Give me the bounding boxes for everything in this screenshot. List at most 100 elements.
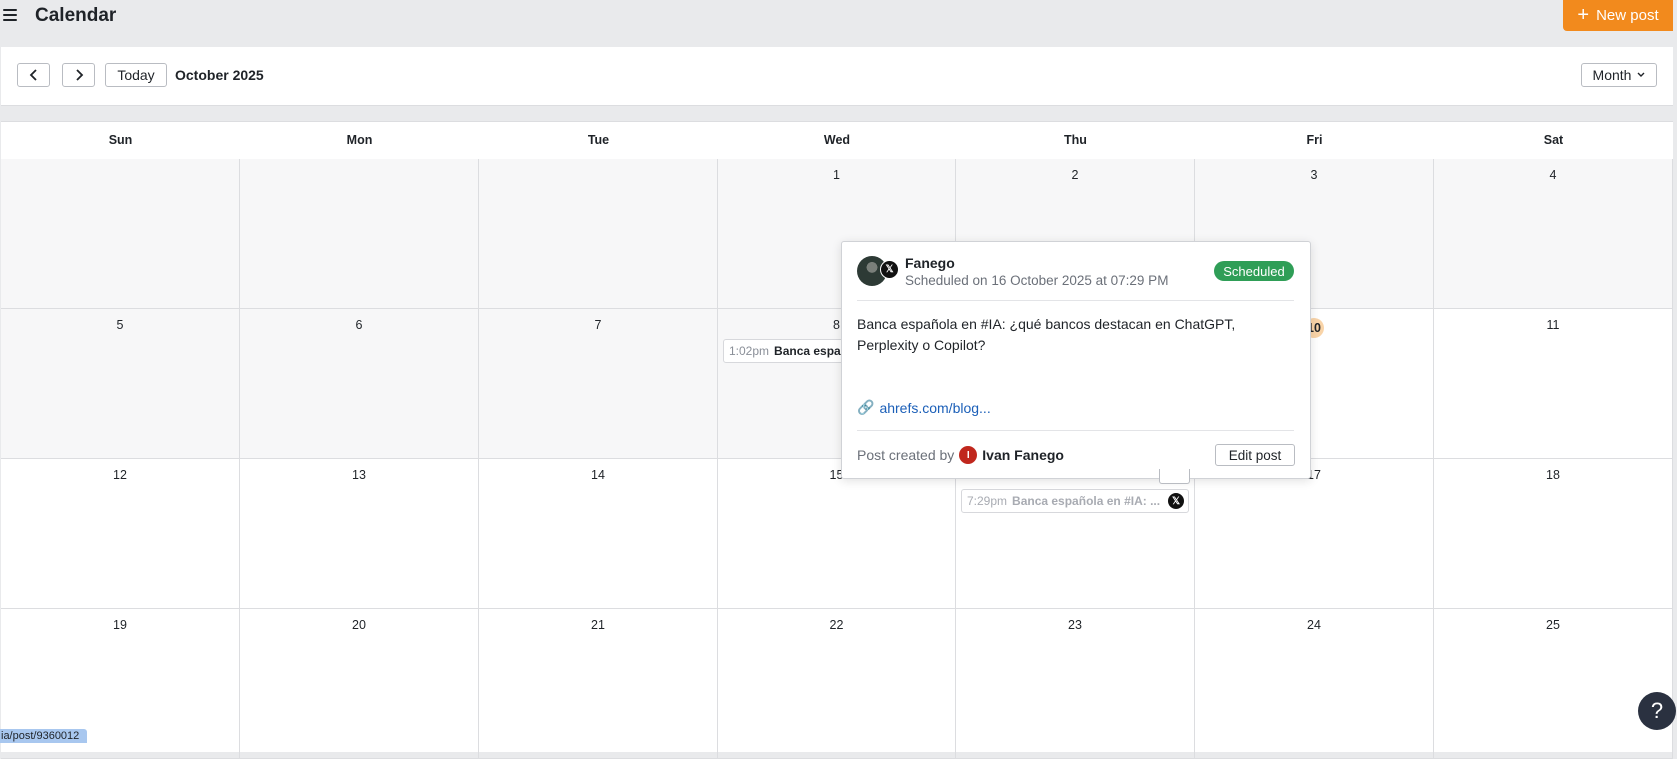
page-title: Calendar bbox=[35, 5, 117, 26]
created-by-label: Post created by bbox=[857, 447, 955, 463]
day-cell[interactable]: 18 bbox=[1434, 459, 1673, 609]
calendar-grid: Sun Mon Tue Wed Thu Fri Sat 1 2 3 4 5 6 7 8 1:02pm Banc… bbox=[1, 121, 1673, 759]
post-text: Banca española en #IA: ¿qué bancos desta… bbox=[857, 316, 1236, 353]
day-number: 25 bbox=[1434, 618, 1672, 632]
day-number-text: 7 bbox=[594, 318, 602, 332]
day-number: 19 bbox=[1, 618, 239, 632]
event-time: 1:02pm bbox=[729, 344, 770, 358]
day-cell[interactable]: 5 bbox=[1, 309, 240, 459]
day-number: 7 bbox=[479, 318, 717, 332]
day-number-text: 19 bbox=[113, 618, 127, 632]
weekday-label: Thu bbox=[1064, 133, 1087, 147]
day-number: 14 bbox=[479, 468, 717, 482]
next-month-button[interactable] bbox=[62, 63, 95, 87]
event-title: Banca españ bbox=[774, 344, 849, 358]
day-cell[interactable]: 15 bbox=[718, 459, 956, 609]
weekday-label: Sun bbox=[108, 133, 133, 147]
day-cell[interactable] bbox=[479, 159, 718, 309]
day-cell[interactable]: 22 bbox=[718, 609, 956, 759]
view-select-label: Month bbox=[1592, 67, 1632, 83]
weekday-label: Mon bbox=[346, 133, 373, 147]
new-post-button[interactable]: + New post bbox=[1563, 0, 1673, 31]
day-cell[interactable]: 7 bbox=[479, 309, 718, 459]
day-cell[interactable]: 4 bbox=[1434, 159, 1673, 309]
day-number-text: 6 bbox=[355, 318, 363, 332]
chevron-right-icon bbox=[75, 69, 83, 81]
x-logo-icon: 𝕏 bbox=[1168, 493, 1184, 509]
account-name: Fanego bbox=[905, 255, 955, 271]
day-cell[interactable]: 25 bbox=[1434, 609, 1673, 759]
day-number: 18 bbox=[1434, 468, 1672, 482]
post-link[interactable]: 🔗 ahrefs.com/blog... bbox=[857, 399, 991, 416]
day-number-text: 5 bbox=[116, 318, 124, 332]
plus-icon: + bbox=[1577, 3, 1590, 26]
day-cell[interactable]: 23 bbox=[956, 609, 1195, 759]
menu-icon[interactable] bbox=[3, 9, 19, 23]
day-cell[interactable]: 13 bbox=[240, 459, 479, 609]
day-more-button[interactable] bbox=[1159, 469, 1190, 484]
x-logo-icon: 𝕏 bbox=[880, 260, 899, 279]
chevron-left-icon bbox=[29, 69, 37, 81]
divider bbox=[857, 300, 1294, 301]
day-cell[interactable] bbox=[1, 159, 240, 309]
day-number: 22 bbox=[718, 618, 955, 632]
day-number-text: 8 bbox=[833, 318, 840, 332]
day-number-text: 3 bbox=[1310, 168, 1318, 182]
post-link-text[interactable]: ahrefs.com/blog... bbox=[879, 400, 990, 416]
day-cell[interactable]: 21 bbox=[479, 609, 718, 759]
day-cell[interactable] bbox=[240, 159, 479, 309]
weekday-label: Wed bbox=[823, 133, 851, 147]
day-number: 6 bbox=[240, 318, 478, 332]
day-number-text: 21 bbox=[591, 618, 605, 632]
calendar-event[interactable]: 7:29pm Banca española en #IA: ... 𝕏 bbox=[961, 489, 1189, 513]
day-number: 2 bbox=[956, 168, 1194, 182]
day-number-text: 25 bbox=[1546, 618, 1560, 632]
event-time: 7:29pm bbox=[967, 494, 1008, 508]
created-by: Post created by I Ivan Fanego bbox=[857, 446, 1064, 464]
day-number: 11 bbox=[1434, 318, 1672, 332]
day-cell[interactable]: 24 bbox=[1195, 609, 1434, 759]
day-number: 1 bbox=[718, 168, 955, 182]
current-month-label: October 2025 bbox=[175, 67, 264, 83]
help-icon[interactable]: ? bbox=[1638, 692, 1676, 730]
day-cell[interactable]: 6 bbox=[240, 309, 479, 459]
day-number-text: 12 bbox=[113, 468, 127, 482]
day-cell[interactable]: 17 bbox=[1195, 459, 1434, 609]
day-number-text: 14 bbox=[591, 468, 605, 482]
day-number: 3 bbox=[1195, 168, 1433, 182]
weekday-header: Sun Mon Tue Wed Thu Fri Sat bbox=[1, 122, 1673, 160]
day-number-text: 24 bbox=[1307, 618, 1321, 632]
day-cell[interactable]: 14 bbox=[479, 459, 718, 609]
new-post-label: New post bbox=[1596, 7, 1659, 24]
status-badge: Scheduled bbox=[1214, 261, 1294, 281]
event-title: Banca española en #IA: ... bbox=[1012, 494, 1161, 508]
day-number: 23 bbox=[956, 618, 1194, 632]
day-number-text: 4 bbox=[1549, 168, 1557, 182]
day-number: 24 bbox=[1195, 618, 1433, 632]
day-number-text: 13 bbox=[352, 468, 366, 482]
weekday-label: Tue bbox=[587, 133, 610, 147]
day-number: 13 bbox=[240, 468, 478, 482]
edit-post-button[interactable]: Edit post bbox=[1215, 444, 1295, 466]
day-number-text: 1 bbox=[833, 168, 840, 182]
day-cell[interactable]: 12 bbox=[1, 459, 240, 609]
day-number-text: 11 bbox=[1546, 318, 1560, 332]
view-select[interactable]: Month bbox=[1581, 63, 1657, 87]
author-name: Ivan Fanego bbox=[982, 447, 1064, 463]
prev-month-button[interactable] bbox=[17, 63, 50, 87]
today-button[interactable]: Today bbox=[105, 63, 167, 87]
weekday-label: Fri bbox=[1306, 133, 1323, 147]
day-number-text: 22 bbox=[829, 618, 844, 632]
author-avatar: I bbox=[959, 446, 978, 464]
day-number-text: 20 bbox=[352, 618, 366, 632]
calendar-toolbar: Today October 2025 Month bbox=[1, 47, 1673, 106]
day-cell[interactable]: 11 bbox=[1434, 309, 1673, 459]
day-cell[interactable]: 20 bbox=[240, 609, 479, 759]
day-number: 5 bbox=[1, 318, 239, 332]
day-number: 12 bbox=[1, 468, 239, 482]
day-number: 20 bbox=[240, 618, 478, 632]
day-number-text: 23 bbox=[1068, 618, 1082, 632]
day-number-text: 18 bbox=[1546, 468, 1560, 482]
day-number-text: 2 bbox=[1071, 168, 1079, 182]
post-preview-popover: 𝕏 Fanego Scheduled on 16 October 2025 at… bbox=[841, 241, 1311, 479]
